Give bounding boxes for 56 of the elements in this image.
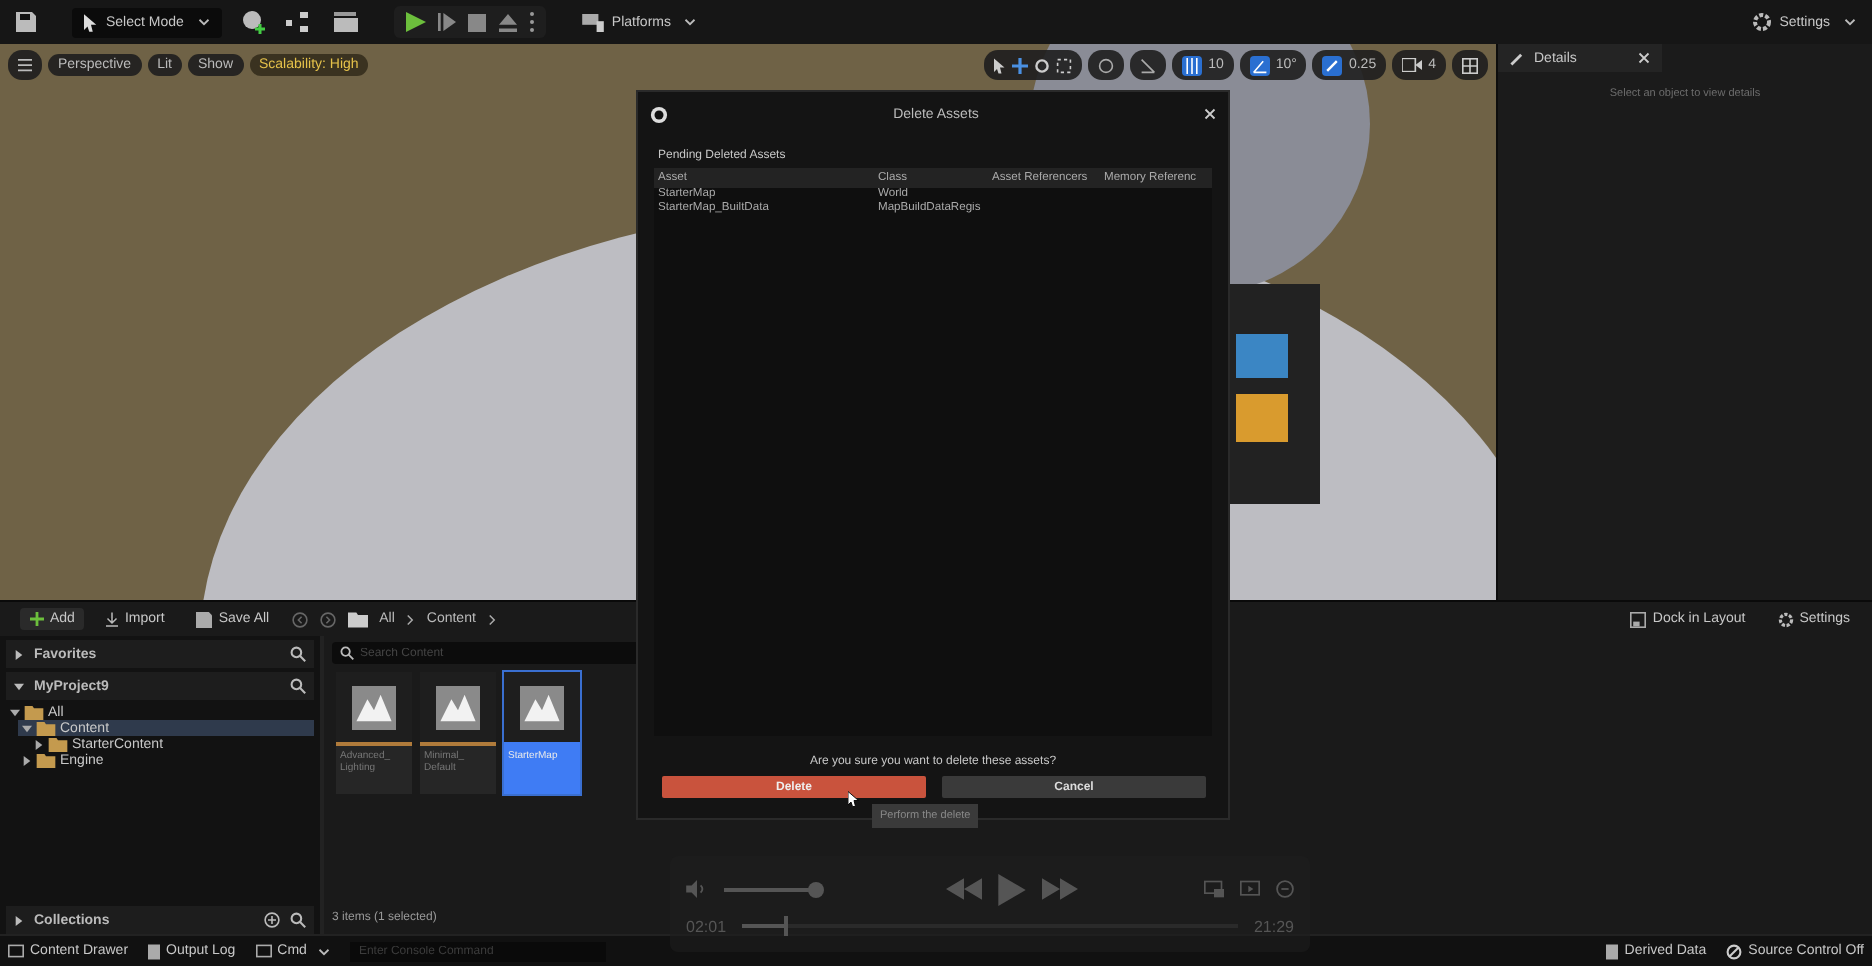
- search-icon: [340, 646, 354, 660]
- save-icon: [196, 611, 213, 627]
- disabled-icon: [1726, 943, 1743, 959]
- folder-icon: [347, 611, 368, 627]
- camera-icon[interactable]: [1402, 58, 1423, 72]
- map-thumbnail-icon: [352, 685, 396, 729]
- add-shape-icon[interactable]: [241, 10, 266, 34]
- close-icon[interactable]: [1204, 108, 1216, 120]
- move-icon[interactable]: [1012, 57, 1029, 73]
- chevron-down-icon: [1844, 18, 1856, 26]
- collapsed-arrow-icon[interactable]: [14, 915, 24, 925]
- menu-icon: [18, 58, 32, 72]
- dock-icon: [1630, 611, 1647, 627]
- back-icon[interactable]: [291, 611, 308, 627]
- chevron-down-icon: [197, 18, 210, 26]
- layout-icon[interactable]: [1462, 57, 1478, 73]
- angle-snap-icon[interactable]: [1249, 55, 1270, 75]
- settings-icon: [1751, 12, 1772, 32]
- rotate-icon[interactable]: [1034, 57, 1051, 73]
- chevron-down-icon: [684, 18, 697, 26]
- scale-snap-icon[interactable]: [1322, 55, 1343, 75]
- scale-icon[interactable]: [1056, 57, 1073, 73]
- search-icon[interactable]: [290, 912, 306, 928]
- select-icon[interactable]: [994, 57, 1007, 73]
- expanded-arrow-icon[interactable]: [14, 681, 24, 691]
- settings-icon: [1777, 611, 1794, 627]
- mouse-cursor-icon: [848, 790, 860, 808]
- close-icon[interactable]: [1638, 52, 1650, 64]
- devices-icon: [581, 13, 604, 31]
- pencil-icon: [1510, 51, 1524, 65]
- map-thumbnail-icon: [436, 685, 480, 729]
- save-icon[interactable]: [16, 12, 36, 32]
- more-options-icon[interactable]: [529, 12, 534, 32]
- map-thumbnail-icon: [520, 685, 564, 729]
- import-icon: [106, 611, 119, 627]
- terminal-icon: [255, 944, 272, 958]
- search-icon[interactable]: [290, 678, 306, 694]
- elapsed-time: 02:01: [686, 917, 727, 935]
- plus-icon: [30, 612, 44, 626]
- add-icon[interactable]: [264, 912, 280, 928]
- clapperboard-icon[interactable]: [333, 12, 358, 32]
- eject-icon[interactable]: [497, 13, 518, 31]
- search-icon[interactable]: [290, 646, 306, 662]
- remaining-time: 21:29: [1253, 917, 1294, 935]
- step-icon[interactable]: [437, 12, 456, 32]
- log-icon: [148, 943, 161, 959]
- play-icon[interactable]: [405, 12, 426, 32]
- stop-icon[interactable]: [467, 13, 486, 31]
- node-graph-icon[interactable]: [285, 12, 314, 32]
- chevron-down-icon: [318, 947, 331, 955]
- database-icon: [1606, 943, 1619, 959]
- cursor-icon: [84, 13, 98, 31]
- collapsed-arrow-icon[interactable]: [14, 649, 24, 659]
- grid-snap-icon[interactable]: [1182, 55, 1203, 75]
- drawer-icon: [8, 944, 24, 958]
- forward-icon[interactable]: [319, 611, 336, 627]
